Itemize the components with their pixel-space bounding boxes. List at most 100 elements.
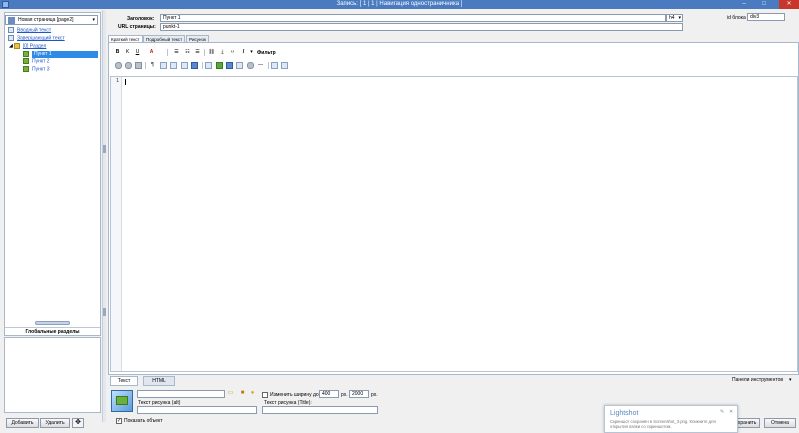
image-path-input[interactable]	[137, 390, 225, 398]
window-title: Запись: [ 1 | 1 | Навигация одностраничн…	[336, 1, 463, 7]
clear-format-icon[interactable]	[135, 62, 142, 69]
tree-item-intro[interactable]: Вводный текст	[8, 27, 51, 34]
delete-button[interactable]: Удалить	[40, 418, 70, 428]
globals-panel	[4, 337, 101, 413]
add-button[interactable]: Добавить	[6, 418, 39, 428]
globals-title: Глобальные разделы	[5, 327, 100, 336]
chevron-down-icon[interactable]: ▾	[789, 377, 792, 383]
close-icon[interactable]: ✕	[729, 409, 733, 415]
italic-format-icon[interactable]: I	[240, 49, 247, 56]
heading-level-select[interactable]: h4 ▾	[666, 14, 683, 22]
toolbar-separator	[167, 49, 168, 56]
font-color-button[interactable]: A	[148, 49, 155, 56]
chevron-down-icon[interactable]: ▾	[248, 49, 255, 56]
splitter-grip	[103, 308, 106, 316]
tree-item-final-label: Завершающий текст	[17, 35, 65, 42]
underline-button[interactable]: U	[134, 49, 141, 56]
redo-icon[interactable]	[125, 62, 132, 69]
media-icon[interactable]	[236, 62, 243, 69]
line-number-gutter: 1	[111, 77, 122, 371]
tab-text[interactable]: Текст	[110, 376, 138, 386]
upload-icon[interactable]: ●	[249, 390, 256, 397]
tree-item-section[interactable]: ◢ [0] Раздел	[9, 43, 46, 50]
vertical-splitter[interactable]	[102, 10, 106, 422]
line-number: 1	[115, 78, 119, 84]
width-input[interactable]: 400	[319, 390, 339, 398]
width-unit: px.	[341, 392, 348, 398]
maximize-button[interactable]: □	[757, 0, 771, 9]
page-select-value: Новая страница [page2]	[18, 17, 74, 23]
browse-server-icon[interactable]: ■	[239, 390, 246, 397]
picture-icon	[111, 390, 133, 412]
title-label: Заголовок:	[127, 16, 155, 22]
minimize-button[interactable]: –	[737, 0, 751, 9]
fullscreen-icon[interactable]	[281, 62, 288, 69]
special-char-icon[interactable]	[247, 62, 254, 69]
block-id-label: id блока	[727, 15, 746, 21]
tree-item-section-label: [0] Раздел	[22, 43, 47, 50]
height-input[interactable]: 2000	[349, 390, 369, 398]
item-icon	[23, 66, 29, 72]
notification-title: Lightshot	[610, 410, 639, 417]
expand-toggle[interactable]: ◢	[9, 43, 13, 49]
lightshot-notification[interactable]: Lightshot ✎ ✕ Скриншот сохранён в Screen…	[604, 405, 738, 433]
title-text-input[interactable]	[262, 406, 378, 414]
filter-button[interactable]: Фильтр	[257, 50, 276, 56]
title-input[interactable]: Пункт 1	[160, 14, 666, 22]
pages-tree-panel	[4, 12, 101, 336]
tree-item-final[interactable]: Завершающий текст	[8, 35, 65, 42]
text-cursor	[125, 79, 126, 85]
paragraph-icon[interactable]: ¶	[149, 62, 156, 69]
picture-icon-inner	[116, 396, 128, 405]
find-icon[interactable]	[160, 62, 167, 69]
link-icon[interactable]: ⛓	[208, 49, 215, 56]
toolbar-separator	[202, 62, 203, 69]
toolbar-separator	[204, 49, 205, 56]
cancel-button[interactable]: Отмена	[764, 418, 796, 428]
tab-html[interactable]: HTML	[143, 376, 175, 386]
image-icon[interactable]	[205, 62, 212, 69]
url-input[interactable]: punkt-1	[160, 23, 683, 31]
anchor-icon[interactable]	[191, 62, 198, 69]
code-icon[interactable]: ‹›	[229, 49, 236, 56]
notification-body: Скриншот сохранён в Screenshot_3.png. Кл…	[610, 419, 716, 429]
table-icon[interactable]	[226, 62, 233, 69]
pin-icon[interactable]: ✎	[720, 409, 724, 415]
download-icon[interactable]: ⤓	[219, 49, 226, 56]
show-object-checkbox[interactable]: ✓	[116, 418, 122, 424]
tree-item-intro-label: Вводный текст	[17, 27, 52, 34]
block-id-input[interactable]: div3	[747, 13, 785, 21]
undo-icon[interactable]	[115, 62, 122, 69]
change-width-checkbox[interactable]	[262, 392, 268, 398]
numbered-list-icon[interactable]: ☷	[184, 49, 191, 56]
page-select[interactable]: Новая страница [page2] ▾	[5, 15, 98, 25]
panel-resize-handle[interactable]	[35, 321, 70, 325]
horizontal-rule-icon[interactable]: —	[257, 62, 264, 69]
close-button[interactable]: ✕	[779, 0, 799, 9]
window-titlebar[interactable]: Запись: [ 1 | 1 | Навигация одностраничн…	[0, 0, 799, 9]
indent-icon[interactable]: ☰	[194, 49, 201, 56]
tree-item-punkt-1[interactable]: Пункт 1	[23, 51, 98, 59]
text-editor[interactable]: 1	[110, 76, 798, 372]
document-icon	[8, 35, 14, 41]
insert-image-icon[interactable]	[216, 62, 223, 69]
tree-item-punkt-3[interactable]: Пункт 3	[23, 66, 50, 73]
bulleted-list-icon[interactable]: ☰	[173, 49, 180, 56]
toolbars-panel-label[interactable]: Панели инструментов	[732, 377, 783, 383]
italic-button[interactable]: K	[124, 49, 131, 56]
heading-level-value: h4	[669, 15, 675, 21]
folder-icon	[13, 43, 20, 49]
select-all-icon[interactable]	[181, 62, 188, 69]
bold-button[interactable]: B	[114, 49, 121, 56]
source-icon[interactable]	[271, 62, 278, 69]
folder-open-icon[interactable]: ▭	[227, 390, 234, 397]
tree-item-punkt-2[interactable]: Пункт 2	[23, 58, 50, 65]
move-icon[interactable]: ✥	[72, 418, 84, 428]
alt-text-input[interactable]	[137, 406, 257, 414]
splitter-grip	[103, 145, 106, 153]
chevron-down-icon: ▾	[678, 15, 681, 21]
url-label: URL страницы:	[118, 24, 156, 30]
item-icon	[23, 58, 29, 64]
toolbar-separator	[268, 62, 269, 69]
replace-icon[interactable]	[170, 62, 177, 69]
